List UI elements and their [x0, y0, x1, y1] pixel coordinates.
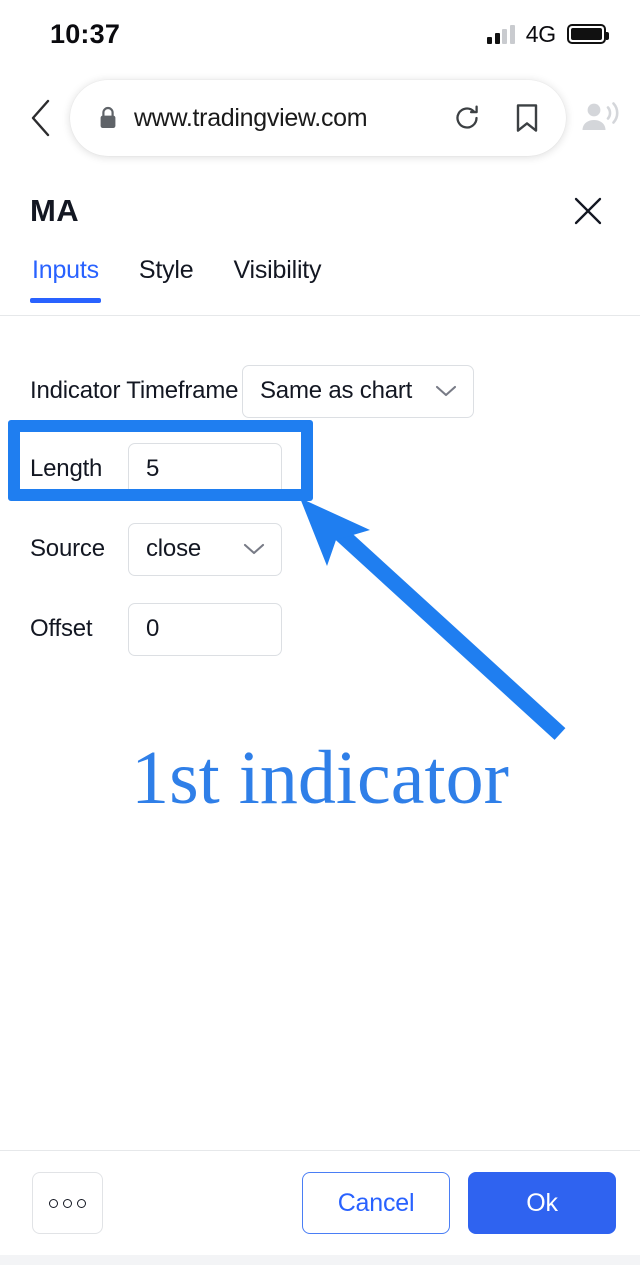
signal-bars-icon — [487, 24, 515, 44]
ok-button[interactable]: Ok — [468, 1172, 616, 1234]
length-value: 5 — [146, 455, 160, 482]
offset-value: 0 — [146, 615, 160, 642]
battery-full-icon — [567, 24, 609, 44]
chevron-down-icon — [243, 542, 265, 556]
chevron-left-icon[interactable] — [18, 95, 64, 141]
status-bar: 10:37 4G — [0, 0, 640, 68]
dialog-header: MA — [0, 168, 640, 254]
footer-actions: Cancel Ok — [302, 1172, 616, 1234]
status-indicators: 4G — [487, 20, 609, 48]
lock-icon — [98, 105, 118, 131]
person-speaking-icon[interactable] — [574, 92, 626, 144]
inputs-form: Indicator Timeframe Same as chart Length… — [0, 316, 640, 668]
page-title: MA — [30, 193, 80, 228]
label-indicator-timeframe: Indicator Timeframe — [30, 377, 239, 404]
dialog-tabs: Inputs Style Visibility — [0, 254, 640, 316]
offset-input[interactable]: 0 — [128, 602, 282, 656]
network-type-label: 4G — [525, 20, 556, 47]
bottom-strip — [0, 1255, 640, 1265]
annotation-text: 1st indicator — [131, 736, 509, 820]
close-icon[interactable] — [562, 185, 614, 237]
ellipsis-icon — [49, 1198, 86, 1208]
timeframe-select[interactable]: Same as chart — [242, 364, 474, 418]
timeframe-value: Same as chart — [260, 377, 413, 404]
tab-inputs[interactable]: Inputs — [30, 254, 101, 303]
label-source: Source — [30, 535, 105, 562]
status-time: 10:37 — [50, 18, 121, 49]
bookmark-icon[interactable] — [514, 102, 540, 134]
label-length: Length — [30, 455, 103, 482]
dialog-footer: Cancel Ok — [0, 1150, 640, 1255]
form-row-source: Source close — [0, 510, 640, 588]
label-offset: Offset — [30, 615, 93, 642]
form-row-offset: Offset 0 — [0, 590, 640, 668]
source-select[interactable]: close — [128, 522, 282, 576]
tab-visibility[interactable]: Visibility — [232, 254, 324, 303]
reload-icon[interactable] — [452, 103, 482, 133]
browser-toolbar: www.tradingview.com — [0, 68, 640, 168]
screen-root: 10:37 4G www.tradingview.com MA Inputs S… — [0, 0, 640, 1265]
form-row-length: Length 5 — [0, 430, 640, 508]
source-value: close — [146, 535, 202, 562]
more-options-button[interactable] — [32, 1172, 103, 1234]
tab-style[interactable]: Style — [137, 254, 196, 303]
url-text: www.tradingview.com — [134, 103, 368, 132]
form-row-timeframe: Indicator Timeframe Same as chart — [0, 352, 640, 430]
chevron-down-icon — [435, 384, 457, 398]
indicator-settings-dialog: MA Inputs Style Visibility Indicator Tim… — [0, 168, 640, 1265]
cancel-button[interactable]: Cancel — [302, 1172, 450, 1234]
address-bar[interactable]: www.tradingview.com — [70, 80, 566, 156]
length-input[interactable]: 5 — [128, 442, 282, 496]
